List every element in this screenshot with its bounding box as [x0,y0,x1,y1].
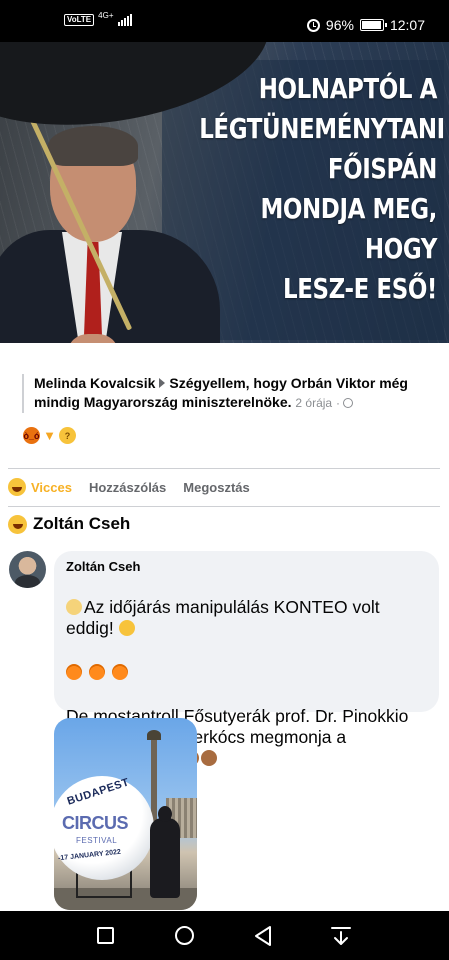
divider [8,506,440,507]
comment-author[interactable]: Zoltán Cseh [66,558,427,576]
navigation-bar [0,911,449,960]
battery-icon [359,19,387,31]
comment-button[interactable]: Hozzászólás [89,480,166,495]
post-time[interactable]: 2 órája [295,396,332,410]
status-bar: VoLTE 4G+ 96% 12:07 [0,0,449,42]
clown-icon [66,599,82,615]
comment-photo[interactable]: BUDAPEST CIRCUS FESTIVAL -17 JANUARY 202… [54,718,197,910]
photo-text-main: CIRCUS [62,813,129,833]
person [150,806,180,898]
alarm-icon [306,18,320,32]
home-icon[interactable] [175,926,194,945]
smirk-icon [118,620,135,636]
reactor-row[interactable]: Zoltán Cseh [8,514,130,534]
haha-icon [8,514,27,534]
battery-percent: 96% [325,17,354,33]
haha-icon [8,478,26,496]
thinking-icon: ? [59,427,76,444]
network-type: 4G+ [98,11,114,20]
meta-separator: · [336,396,340,410]
back-icon[interactable] [253,925,273,947]
comment-line-1: Az időjárás manipulálás KONTEO volt eddi… [66,597,380,638]
figure-hair [48,126,138,166]
post-actions: Vicces Hozzászólás Megosztás [8,478,267,496]
pumpkin-icon [66,664,82,680]
comment-bubble[interactable]: Zoltán Cseh Az időjárás manipulálás KONT… [54,551,439,768]
thumbs-down-icon: ▼ [43,428,56,443]
shared-post-header[interactable]: Melinda Kovalcsik Szégyellem, hogy Orbán … [22,374,432,413]
clock: 12:07 [389,17,425,33]
status-left: VoLTE 4G+ [64,11,132,26]
share-button[interactable]: Megosztás [183,480,249,495]
divider [8,468,440,469]
notification-pull-icon[interactable] [330,925,352,947]
pumpkin-icon [111,664,128,680]
globe-icon [343,398,353,408]
recent-apps-icon[interactable] [97,927,114,944]
meme-caption: HOLNAPTÓL A LÉGTÜNEMÉNYTANI FŐISPÁN MOND… [199,72,445,305]
avatar[interactable] [9,551,46,588]
signal-icon [117,14,132,26]
volte-badge: VoLTE [64,14,95,26]
reactor-name[interactable]: Zoltán Cseh [33,514,130,534]
angry-icon: ò_ó [23,427,40,444]
reaction-button[interactable]: Vicces [31,480,72,495]
author-name[interactable]: Melinda Kovalcsik [34,375,155,391]
hear-no-evil-monkey-icon [201,750,218,766]
photo-text-sub: FESTIVAL [76,836,118,845]
reaction-summary[interactable]: ò_ó ▼ ? [23,427,76,444]
arrow-right-icon [159,378,166,388]
pumpkin-icon [88,664,105,680]
meme-image[interactable]: HOLNAPTÓL A LÉGTÜNEMÉNYTANI FŐISPÁN MOND… [0,42,449,343]
status-right: 96% 12:07 [306,17,425,33]
